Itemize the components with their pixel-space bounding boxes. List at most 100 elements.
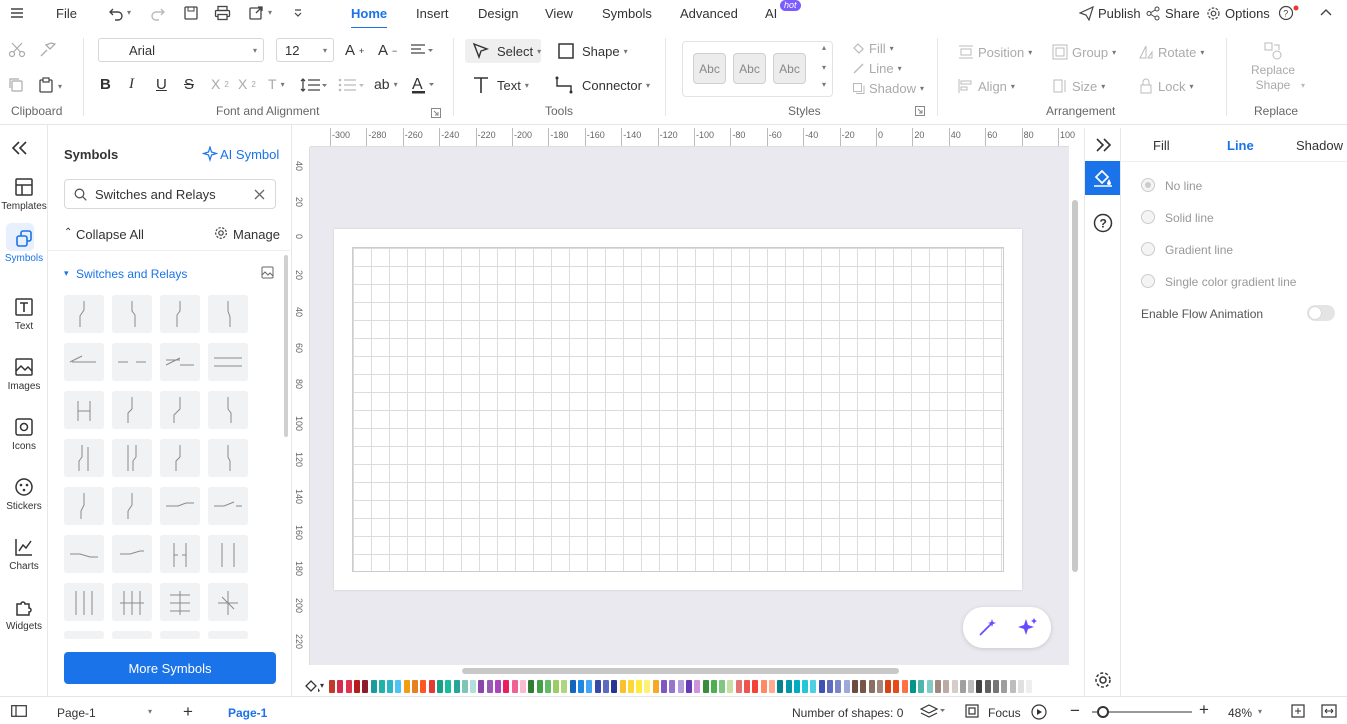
single-gradient-line-radio[interactable] (1141, 274, 1155, 288)
redo-icon[interactable] (150, 5, 166, 21)
color-swatch[interactable] (536, 680, 543, 693)
color-swatch[interactable] (362, 680, 369, 693)
line-button[interactable]: Line ▾ (852, 61, 902, 76)
color-swatch[interactable] (744, 680, 750, 693)
color-swatch[interactable] (661, 680, 667, 693)
lock-button[interactable]: Lock ▾ (1138, 78, 1193, 94)
symbol-item[interactable] (64, 631, 104, 639)
panel-scrollbar[interactable] (284, 255, 288, 437)
color-swatch[interactable] (993, 680, 999, 693)
color-swatch[interactable] (486, 680, 493, 693)
shape-tool[interactable]: Shape ▾ (582, 44, 628, 59)
collapse-all-button[interactable]: Collapse All (76, 227, 144, 242)
color-swatch[interactable] (893, 680, 900, 693)
rotate-button[interactable]: Rotate ▾ (1138, 44, 1204, 60)
paste-dropdown-icon[interactable]: ▾ (58, 82, 62, 91)
color-swatch[interactable] (785, 680, 792, 693)
bullet-list-icon[interactable] (338, 77, 366, 93)
rail-text[interactable]: Text (0, 297, 48, 332)
bold-icon[interactable]: B (100, 76, 111, 93)
color-swatch[interactable] (553, 680, 560, 693)
solid-line-radio[interactable] (1141, 210, 1155, 224)
tab-view[interactable]: View (545, 6, 573, 21)
zoom-level[interactable]: 48% (1228, 706, 1252, 720)
symbol-item[interactable] (112, 439, 152, 477)
color-swatch[interactable] (1009, 680, 1016, 693)
color-swatch[interactable] (1001, 680, 1008, 693)
color-swatch[interactable] (445, 680, 452, 693)
color-swatch[interactable] (976, 680, 983, 693)
print-icon[interactable] (214, 5, 231, 21)
vertical-scrollbar[interactable] (1072, 200, 1078, 572)
symbol-item[interactable] (160, 343, 200, 381)
magic-wand-icon[interactable] (977, 618, 997, 638)
color-swatch[interactable] (644, 680, 651, 693)
style-sample-3[interactable]: Abc (773, 53, 806, 84)
zoom-out-icon[interactable]: − (1070, 701, 1080, 721)
group-button[interactable]: Group ▾ (1052, 44, 1116, 60)
more-symbols-button[interactable]: More Symbols (64, 652, 276, 684)
color-swatch[interactable] (669, 680, 676, 693)
category-expand-icon[interactable]: ▾ (64, 268, 69, 279)
color-swatch[interactable] (594, 680, 601, 693)
color-swatch[interactable] (544, 680, 551, 693)
symbol-item[interactable] (160, 487, 200, 525)
symbol-item[interactable] (160, 535, 200, 573)
clear-search-icon[interactable] (254, 189, 265, 200)
copy-icon[interactable] (8, 77, 24, 93)
color-swatch[interactable] (943, 680, 950, 693)
rail-stickers[interactable]: Stickers (0, 477, 48, 512)
symbol-item[interactable] (208, 535, 248, 573)
color-swatch[interactable] (569, 680, 576, 693)
symbol-item[interactable] (112, 631, 152, 639)
zoom-dropdown-icon[interactable]: ▾ (1258, 707, 1262, 716)
palette-dropdown-icon[interactable]: ▾ (320, 681, 324, 690)
symbol-item[interactable] (112, 343, 152, 381)
tab-design[interactable]: Design (478, 6, 518, 21)
color-swatch[interactable] (428, 680, 435, 693)
publish-button[interactable]: Publish (1098, 6, 1141, 21)
undo-dropdown-icon[interactable]: ▾ (127, 8, 131, 17)
symbol-item[interactable] (112, 583, 152, 621)
styles-launcher-icon[interactable] (915, 106, 925, 116)
symbol-item[interactable] (64, 391, 104, 429)
share-button[interactable]: Share (1165, 6, 1200, 21)
color-swatch[interactable] (710, 680, 717, 693)
color-swatch[interactable] (868, 680, 875, 693)
style-panel-button[interactable] (1085, 161, 1120, 195)
symbol-item[interactable] (64, 583, 104, 621)
paste-icon[interactable] (38, 77, 54, 93)
symbol-item[interactable] (64, 439, 104, 477)
select-tool[interactable]: Select ▾ (497, 44, 541, 59)
tab-insert[interactable]: Insert (416, 6, 449, 21)
zoom-in-icon[interactable]: + (1199, 700, 1209, 720)
symbol-item[interactable] (160, 439, 200, 477)
color-swatch[interactable] (503, 680, 510, 693)
search-input[interactable]: Switches and Relays (95, 187, 216, 202)
decrease-font-icon[interactable]: A − (378, 42, 397, 59)
tab-symbols[interactable]: Symbols (602, 6, 652, 21)
fit-page-icon[interactable] (1291, 704, 1305, 718)
category-image-icon[interactable] (261, 266, 274, 279)
underline-icon[interactable]: U (156, 76, 167, 93)
color-swatch[interactable] (918, 680, 925, 693)
color-swatch[interactable] (511, 680, 518, 693)
color-swatch[interactable] (420, 680, 427, 693)
add-page-icon[interactable]: + (183, 702, 193, 722)
gradient-line-radio[interactable] (1141, 242, 1155, 256)
color-swatch[interactable] (760, 680, 767, 693)
symbol-item[interactable] (112, 487, 152, 525)
font-color-icon[interactable]: A (411, 75, 437, 95)
color-swatch[interactable] (378, 680, 385, 693)
color-swatch[interactable] (818, 680, 825, 693)
hamburger-menu-icon[interactable] (10, 6, 24, 20)
symbol-item[interactable] (160, 391, 200, 429)
italic-icon[interactable]: I (129, 76, 134, 93)
color-swatch[interactable] (727, 680, 734, 693)
text-align-icon[interactable] (410, 43, 434, 57)
color-swatch[interactable] (519, 680, 526, 693)
fill-button[interactable]: Fill ▾ (852, 41, 894, 56)
align-button[interactable]: Align ▾ (958, 78, 1015, 94)
color-swatch[interactable] (752, 680, 759, 693)
size-button[interactable]: Size ▾ (1052, 78, 1105, 94)
